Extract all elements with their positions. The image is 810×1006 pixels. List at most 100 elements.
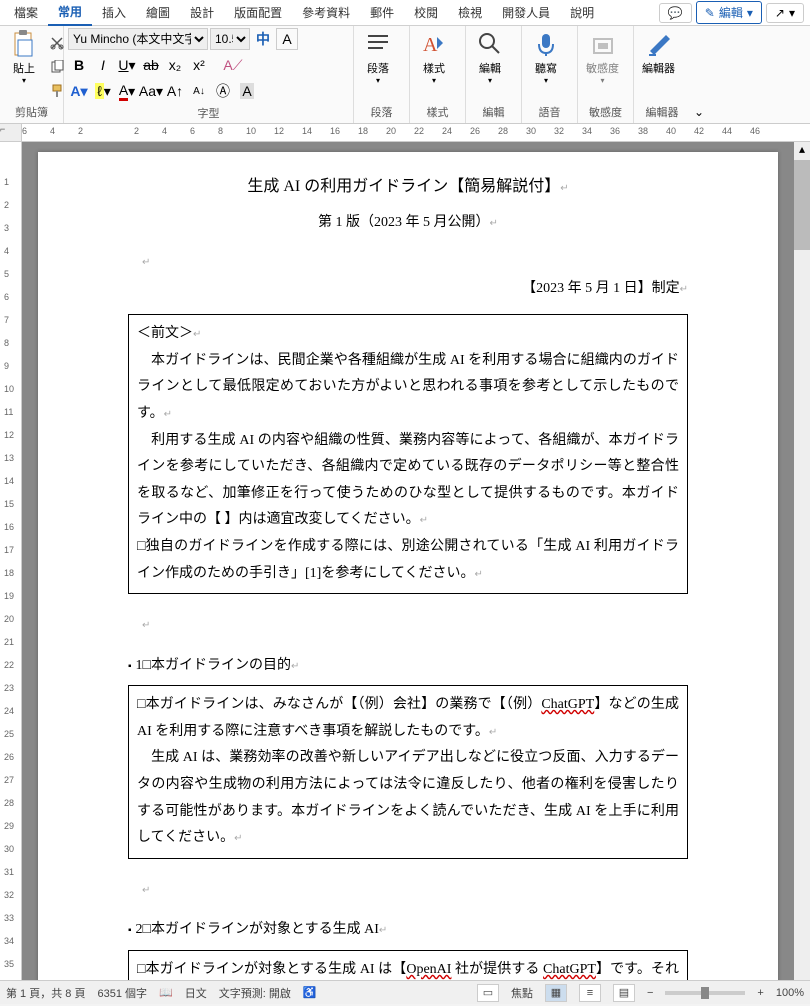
comment-icon: 💬 <box>668 6 683 20</box>
grow-font-button[interactable]: A↑ <box>164 80 186 102</box>
horizontal-ruler[interactable]: ⌐ 64224681012141618202224262830323436384… <box>0 124 810 142</box>
tab-draw[interactable]: 繪圖 <box>136 0 180 25</box>
preface-p2: 利用する生成 AI の内容や組織の性質、業務内容等によって、各組織が、本ガイドラ… <box>137 428 679 534</box>
paragraph-button[interactable]: 段落▾ <box>358 28 398 87</box>
editor-button[interactable]: 編輯器 <box>638 28 679 78</box>
tab-insert[interactable]: 插入 <box>92 0 136 25</box>
tab-mail[interactable]: 郵件 <box>360 0 404 25</box>
search-icon <box>476 30 504 58</box>
clipboard-icon <box>10 30 38 58</box>
editing-group-label: 編輯 <box>470 103 517 121</box>
highlight-button[interactable]: ℓ▾ <box>92 80 114 102</box>
clipboard-group-label: 剪貼簿 <box>4 103 59 121</box>
styles-button[interactable]: A 樣式▾ <box>414 28 454 87</box>
preface-box: ＜前文＞ 本ガイドラインは、民間企業や各種組織が生成 AI を利用する場合に組織… <box>128 314 688 594</box>
superscript-button[interactable]: x² <box>188 54 210 76</box>
section-2-box: □本ガイドラインが対象とする生成 AI は【OpenAI 社が提供する Chat… <box>128 950 688 980</box>
sensitivity-button[interactable]: 敏感度▾ <box>582 28 623 87</box>
change-case-button[interactable]: Aa▾ <box>140 80 162 102</box>
zoom-out-button[interactable]: − <box>647 987 653 999</box>
paragraph-icon <box>364 30 392 58</box>
tab-view[interactable]: 檢視 <box>448 0 492 25</box>
clear-formatting-button[interactable]: A⟋ <box>222 54 244 76</box>
chevron-down-icon: ▾ <box>747 6 753 20</box>
share-icon: ↗ <box>775 6 785 20</box>
tab-design[interactable]: 設計 <box>180 0 224 25</box>
zoom-in-button[interactable]: + <box>757 987 763 999</box>
editor-group-label: 編輯器 <box>638 103 686 121</box>
preface-p1: 本ガイドラインは、民間企業や各種組織が生成 AI を利用する場合に組織内のガイド… <box>137 348 679 428</box>
tab-help[interactable]: 說明 <box>560 0 604 25</box>
section-1-p2: 生成 AI は、業務効率の改善や新しいアイデア出しなどに役立つ反面、入力するデー… <box>137 745 679 851</box>
accessibility-icon[interactable]: ♿ <box>303 986 317 999</box>
page-count[interactable]: 第 1 頁，共 8 頁 <box>6 985 85 1001</box>
tab-developer[interactable]: 開發人員 <box>492 0 560 25</box>
text-predict-status[interactable]: 文字預測: 開啟 <box>219 985 291 1001</box>
ribbon: 貼上 ▾ 剪貼簿 Yu Mincho (本文中文字型) 10.5 中 A B I… <box>0 26 810 124</box>
editor-icon <box>645 30 673 58</box>
zoom-level[interactable]: 100% <box>776 987 804 999</box>
pencil-icon: ✎ <box>705 6 715 20</box>
font-name-select[interactable]: Yu Mincho (本文中文字型) <box>68 28 208 50</box>
strikethrough-button[interactable]: ab <box>140 54 162 76</box>
dictate-button[interactable]: 聽寫▾ <box>526 28 566 87</box>
web-layout-button[interactable]: ▤ <box>613 984 635 1002</box>
zoom-slider[interactable] <box>665 991 745 995</box>
styles-group-label: 樣式 <box>414 103 461 121</box>
underline-button[interactable]: U▾ <box>116 54 138 76</box>
bold-button[interactable]: B <box>68 54 90 76</box>
page: 生成 AI の利用ガイドライン【簡易解説付】 第 1 版（2023 年 5 月公… <box>38 152 778 980</box>
dictate-group-label: 語音 <box>526 103 573 121</box>
tab-review[interactable]: 校閱 <box>404 0 448 25</box>
font-size-select[interactable]: 10.5 <box>210 28 250 50</box>
italic-button[interactable]: I <box>92 54 114 76</box>
preface-p3: □独自のガイドラインを作成する際には、別途公開されている「生成 AI 利用ガイド… <box>137 534 679 587</box>
subscript-button[interactable]: x₂ <box>164 54 186 76</box>
language-status[interactable]: 日文 <box>185 985 207 1001</box>
ruler-corner: ⌐ <box>0 124 22 141</box>
doc-version: 第 1 版（2023 年 5 月公開） <box>128 210 688 237</box>
paste-button[interactable]: 貼上 ▾ <box>4 28 44 87</box>
character-border-button[interactable]: A <box>276 28 298 50</box>
styles-icon: A <box>420 30 448 58</box>
focus-label[interactable]: 焦點 <box>511 985 533 1001</box>
focus-mode-button[interactable]: ▭ <box>477 984 499 1002</box>
word-count[interactable]: 6351 個字 <box>97 985 147 1001</box>
doc-title: 生成 AI の利用ガイドライン【簡易解説付】 <box>128 172 688 202</box>
chevron-down-icon: ▾ <box>22 76 26 85</box>
font-color-button[interactable]: A▾ <box>116 80 138 102</box>
character-shading-button[interactable]: A <box>236 80 258 102</box>
sensitivity-icon <box>589 30 617 58</box>
doc-date: 【2023 年 5 月 1 日】制定 <box>128 276 688 303</box>
vertical-ruler[interactable]: 1234567891011121314151617181920212223242… <box>0 142 22 980</box>
comments-button[interactable]: 💬 <box>659 3 692 23</box>
tab-home[interactable]: 常用 <box>48 0 92 26</box>
microphone-icon <box>532 30 560 58</box>
sensitivity-group-label: 敏感度 <box>582 103 629 121</box>
preface-head: ＜前文＞ <box>137 321 679 348</box>
vertical-scrollbar[interactable]: ▴ <box>794 142 810 980</box>
share-button[interactable]: ↗▾ <box>766 3 804 23</box>
tab-layout[interactable]: 版面配置 <box>224 0 292 25</box>
document-area[interactable]: 生成 AI の利用ガイドライン【簡易解説付】 第 1 版（2023 年 5 月公… <box>22 142 794 980</box>
shrink-font-button[interactable]: A↓ <box>188 80 210 102</box>
tab-references[interactable]: 參考資料 <box>292 0 360 25</box>
chevron-down-icon: ▾ <box>789 6 795 20</box>
font-group-label: 字型 <box>68 104 349 122</box>
menu-bar: 檔案 常用 插入 繪圖 設計 版面配置 參考資料 郵件 校閱 檢視 開發人員 說… <box>0 0 810 26</box>
section-1-box: □本ガイドラインは、みなさんが【（例）会社】の業務で【（例）ChatGPT】など… <box>128 685 688 859</box>
spell-check-icon[interactable]: 📖 <box>159 986 173 999</box>
tab-file[interactable]: 檔案 <box>4 0 48 25</box>
text-effects-button[interactable]: A▾ <box>68 80 90 102</box>
collapse-ribbon-button[interactable]: ⌄ <box>690 101 708 123</box>
status-bar: 第 1 頁，共 8 頁 6351 個字 📖 日文 文字預測: 開啟 ♿ ▭ 焦點… <box>0 980 810 1004</box>
section-2-p1: □本ガイドラインが対象とする生成 AI は【OpenAI 社が提供する Chat… <box>137 957 679 980</box>
read-mode-button[interactable]: ≡ <box>579 984 601 1002</box>
editing-button[interactable]: 編輯▾ <box>470 28 510 87</box>
phonetic-guide-button[interactable]: 中 <box>252 28 274 50</box>
svg-text:A: A <box>423 34 438 56</box>
enclose-characters-button[interactable]: Ⓐ <box>212 80 234 102</box>
section-1-p1: □本ガイドラインは、みなさんが【（例）会社】の業務で【（例）ChatGPT】など… <box>137 692 679 745</box>
print-layout-button[interactable]: ▦ <box>545 984 567 1002</box>
edit-mode-button[interactable]: ✎編輯▾ <box>696 1 762 24</box>
